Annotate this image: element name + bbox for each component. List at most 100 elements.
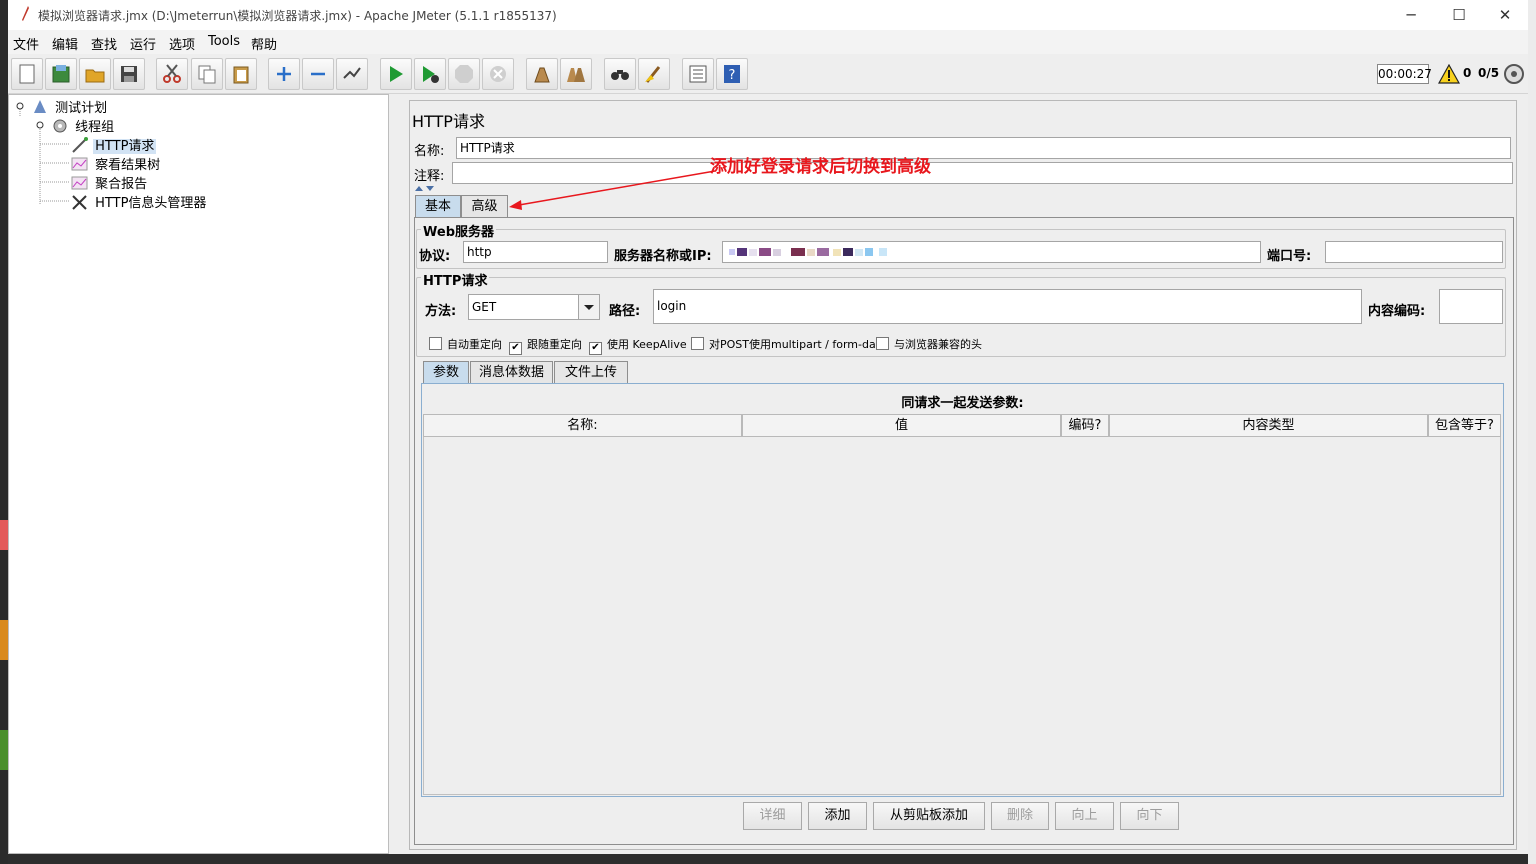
tree-item-label: 聚合报告 [95,177,148,192]
path-label: 路径: [609,304,641,319]
checkbox-box[interactable] [429,337,442,350]
col-content-type[interactable]: 内容类型 [1109,414,1428,437]
port-label: 端口号: [1267,249,1312,264]
help-icon[interactable]: ? [716,58,748,90]
close-button[interactable]: ✕ [1490,4,1520,26]
move-down-button[interactable]: 向下 [1120,802,1179,830]
start-no-pause-icon[interactable] [414,58,446,90]
maximize-button[interactable]: ☐ [1444,4,1474,26]
tab-parameters[interactable]: 参数 [423,361,469,383]
collapse-icon[interactable] [302,58,334,90]
method-select[interactable]: GET [468,294,600,320]
tree-item-test-plan[interactable]: 测试计划 [31,97,109,116]
params-title: 同请求一起发送参数: [901,396,1024,411]
checkbox-label: 使用 KeepAlive [607,338,687,351]
search-icon[interactable] [604,58,636,90]
toggle-icon[interactable] [336,58,368,90]
menu-search[interactable]: 查找 [91,34,117,53]
new-icon[interactable] [11,58,43,90]
paste-icon[interactable] [225,58,257,90]
window-title: 模拟浏览器请求.jmx (D:\Jmeterrun\模拟浏览器请求.jmx) -… [38,9,557,23]
follow-redirects-checkbox[interactable]: ✔ 跟随重定向 [509,336,582,355]
check-icon[interactable]: ✔ [509,342,522,355]
tab-advanced[interactable]: 高级 [461,195,508,217]
window-edge [1528,0,1536,864]
thread-group-icon [53,119,67,133]
reset-search-icon[interactable] [638,58,670,90]
collapse-arrows-icon[interactable] [414,184,436,192]
tree-item-http-request[interactable]: HTTP请求 [71,135,157,154]
col-encode[interactable]: 编码? [1061,414,1109,437]
checkbox-label: 对POST使用multipart / form-data [709,338,887,351]
checkbox-box[interactable] [691,337,704,350]
col-name[interactable]: 名称: [423,414,742,437]
tree-item-thread-group[interactable]: 线程组 [51,116,116,135]
start-icon[interactable] [380,58,412,90]
page-title: HTTP请求 [412,112,485,131]
menu-file[interactable]: 文件 [13,34,39,53]
templates-icon[interactable] [45,58,77,90]
open-icon[interactable] [79,58,111,90]
path-field[interactable]: login [653,289,1362,324]
keepalive-checkbox[interactable]: ✔ 使用 KeepAlive [589,336,687,355]
tree-item-view-results-tree[interactable]: 察看结果树 [71,154,162,173]
menu-edit[interactable]: 编辑 [52,34,78,53]
redacted-mosaic [729,248,887,256]
test-plan-icon [34,100,46,113]
config-icon [72,195,87,210]
title-bar: 模拟浏览器请求.jmx (D:\Jmeterrun\模拟浏览器请求.jmx) -… [8,0,1528,30]
col-value[interactable]: 值 [742,414,1061,437]
chevron-down-icon[interactable] [578,295,599,319]
check-icon[interactable]: ✔ [589,342,602,355]
delete-button[interactable]: 删除 [991,802,1049,830]
checkbox-label: 与浏览器兼容的头 [894,338,982,351]
menu-run[interactable]: 运行 [130,34,156,53]
active-threads: 0/5 [1478,66,1500,80]
svg-text:?: ? [729,68,736,83]
params-table-body[interactable] [423,437,1501,795]
add-from-clipboard-button[interactable]: 从剪贴板添加 [873,802,985,830]
sampler-icon [72,137,88,153]
name-label: 名称: [414,144,445,159]
detail-button[interactable]: 详细 [743,802,802,830]
minimize-button[interactable]: ─ [1396,4,1426,26]
shutdown-icon[interactable] [482,58,514,90]
encoding-field[interactable] [1439,289,1503,324]
warning-icon[interactable] [1438,64,1460,84]
clear-all-icon[interactable] [560,58,592,90]
tab-basic[interactable]: 基本 [415,195,461,217]
remote-status-icon[interactable] [1503,63,1525,85]
tab-body-data[interactable]: 消息体数据 [470,361,553,383]
checkbox-box[interactable] [876,337,889,350]
server-field[interactable] [722,241,1261,263]
cut-icon[interactable] [156,58,188,90]
menu-tools[interactable]: Tools [208,34,240,49]
function-helper-icon[interactable] [682,58,714,90]
stop-icon[interactable] [448,58,480,90]
tree-item-aggregate-report[interactable]: 聚合报告 [71,173,149,192]
clear-icon[interactable] [526,58,558,90]
menu-options[interactable]: 选项 [169,34,195,53]
method-label: 方法: [425,304,457,319]
tree-item-label: 线程组 [75,120,115,135]
menu-help[interactable]: 帮助 [251,34,277,53]
save-icon[interactable] [113,58,145,90]
tree-item-header-manager[interactable]: HTTP信息头管理器 [71,192,208,211]
expand-icon[interactable] [268,58,300,90]
tab-file-upload[interactable]: 文件上传 [554,361,628,383]
copy-icon[interactable] [191,58,223,90]
desktop-background [0,0,8,864]
protocol-field[interactable]: http [463,241,608,263]
move-up-button[interactable]: 向上 [1055,802,1114,830]
browser-headers-checkbox[interactable]: 与浏览器兼容的头 [876,336,982,352]
multipart-checkbox[interactable]: 对POST使用multipart / form-data [691,336,887,352]
tree-item-label: HTTP请求 [93,139,157,154]
name-field[interactable]: HTTP请求 [456,137,1511,159]
auto-redirect-checkbox[interactable]: 自动重定向 [429,336,502,352]
add-button[interactable]: 添加 [808,802,867,830]
comment-label: 注释: [414,169,445,184]
listener-icon [71,176,88,190]
port-field[interactable] [1325,241,1503,263]
split-pane-divider[interactable] [389,94,403,854]
col-include-equals[interactable]: 包含等于? [1428,414,1501,437]
